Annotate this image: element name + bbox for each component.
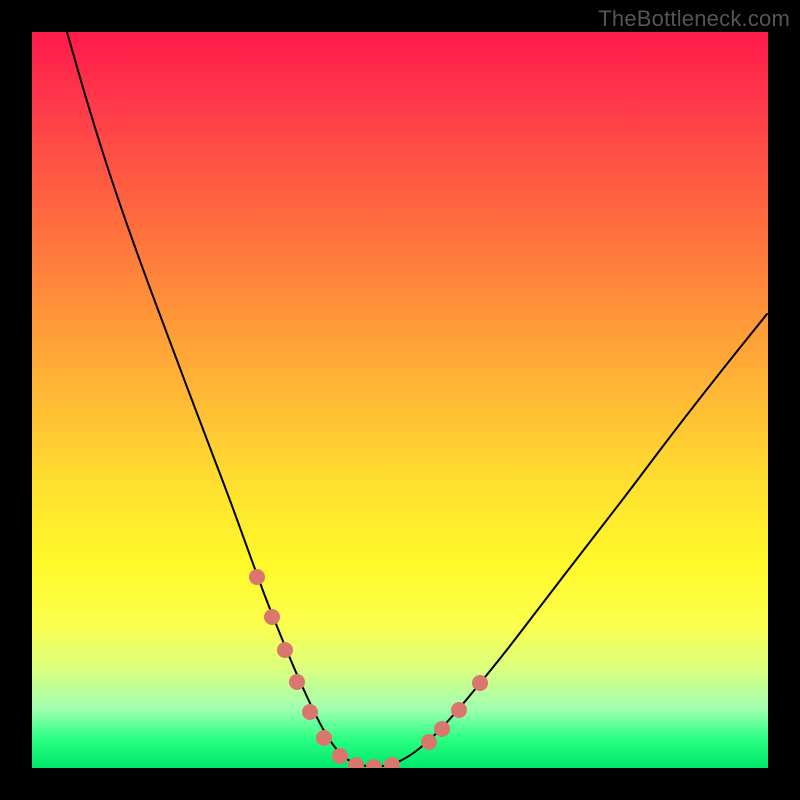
chart-svg — [32, 32, 768, 768]
bottleneck-curve — [67, 32, 767, 767]
highlight-dot — [384, 757, 400, 768]
highlight-dot — [289, 674, 305, 690]
highlight-dots-group — [249, 569, 488, 768]
highlight-dot — [264, 609, 280, 625]
highlight-dot — [366, 759, 382, 768]
highlight-dot — [302, 704, 318, 720]
highlight-dot — [451, 702, 467, 718]
watermark-label: TheBottleneck.com — [598, 6, 790, 32]
plot-area — [32, 32, 768, 768]
highlight-dot — [421, 734, 437, 750]
highlight-dot — [332, 748, 348, 764]
highlight-dot — [348, 757, 364, 768]
highlight-dot — [316, 730, 332, 746]
outer-frame: TheBottleneck.com — [0, 0, 800, 800]
highlight-dot — [434, 721, 450, 737]
highlight-dot — [277, 642, 293, 658]
highlight-dot — [472, 675, 488, 691]
highlight-dot — [249, 569, 265, 585]
